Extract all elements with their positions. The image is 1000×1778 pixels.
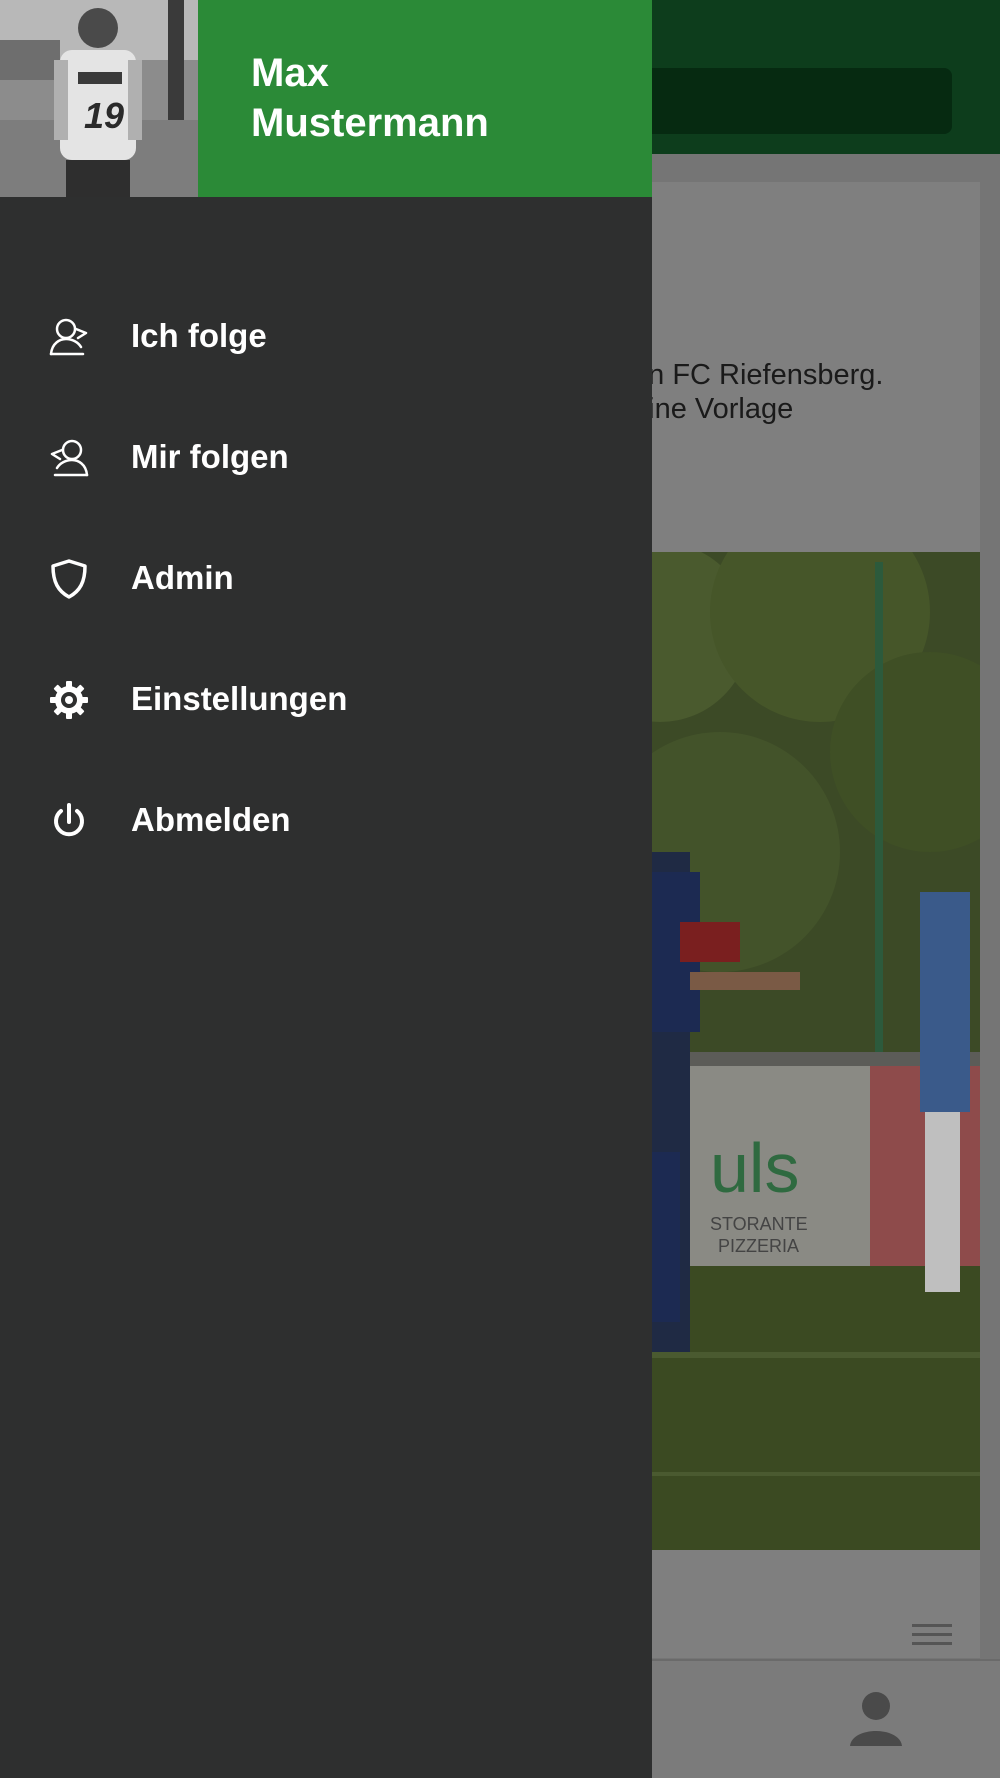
drawer-header: 19 Max Mustermann: [0, 0, 652, 197]
post-text: en FC Riefensberg. eine Vorlage: [632, 359, 884, 425]
menu-item-label: Mir folgen: [131, 438, 289, 475]
person-followers-icon: [50, 439, 89, 477]
menu-item-label: Einstellungen: [131, 680, 348, 717]
avatar[interactable]: 19: [0, 0, 198, 197]
user-name: Max Mustermann: [251, 51, 489, 145]
svg-text:uls: uls: [710, 1129, 799, 1207]
svg-text:PIZZERIA: PIZZERIA: [718, 1236, 799, 1256]
menu-lines-icon[interactable]: [912, 1624, 952, 1646]
person-follow-icon: [49, 318, 88, 356]
menu-item-label: Admin: [131, 559, 234, 596]
menu-item-ich-folge[interactable]: Ich folge: [0, 276, 652, 397]
post-photo[interactable]: uls STORANTE PIZZERIA: [600, 552, 980, 1550]
shield-icon: [51, 559, 87, 599]
profile-tab-icon[interactable]: [846, 1688, 906, 1748]
post-photo-illustration: uls STORANTE PIZZERIA: [600, 552, 980, 1550]
menu-item-einstellungen[interactable]: Einstellungen: [0, 639, 652, 760]
search-bar[interactable]: [640, 68, 952, 134]
menu-item-mir-folgen[interactable]: Mir folgen: [0, 397, 652, 518]
menu-item-label: Ich folge: [131, 317, 267, 354]
gear-icon: [50, 681, 88, 719]
power-icon: [54, 803, 84, 837]
svg-text:STORANTE: STORANTE: [710, 1214, 808, 1234]
navigation-drawer: 19 Max Mustermann Ich folge Mir folgen A…: [0, 0, 652, 1778]
menu-item-abmelden[interactable]: Abmelden: [0, 760, 652, 881]
svg-text:19: 19: [84, 95, 124, 136]
menu-item-admin[interactable]: Admin: [0, 518, 652, 639]
menu-item-label: Abmelden: [131, 801, 291, 838]
app-screen: en FC Riefensberg. eine Vorlage uls STOR…: [0, 0, 1000, 1778]
drawer-menu: Ich folge Mir folgen Admin Einstellungen…: [0, 276, 652, 881]
avatar-photo: 19: [0, 0, 198, 197]
